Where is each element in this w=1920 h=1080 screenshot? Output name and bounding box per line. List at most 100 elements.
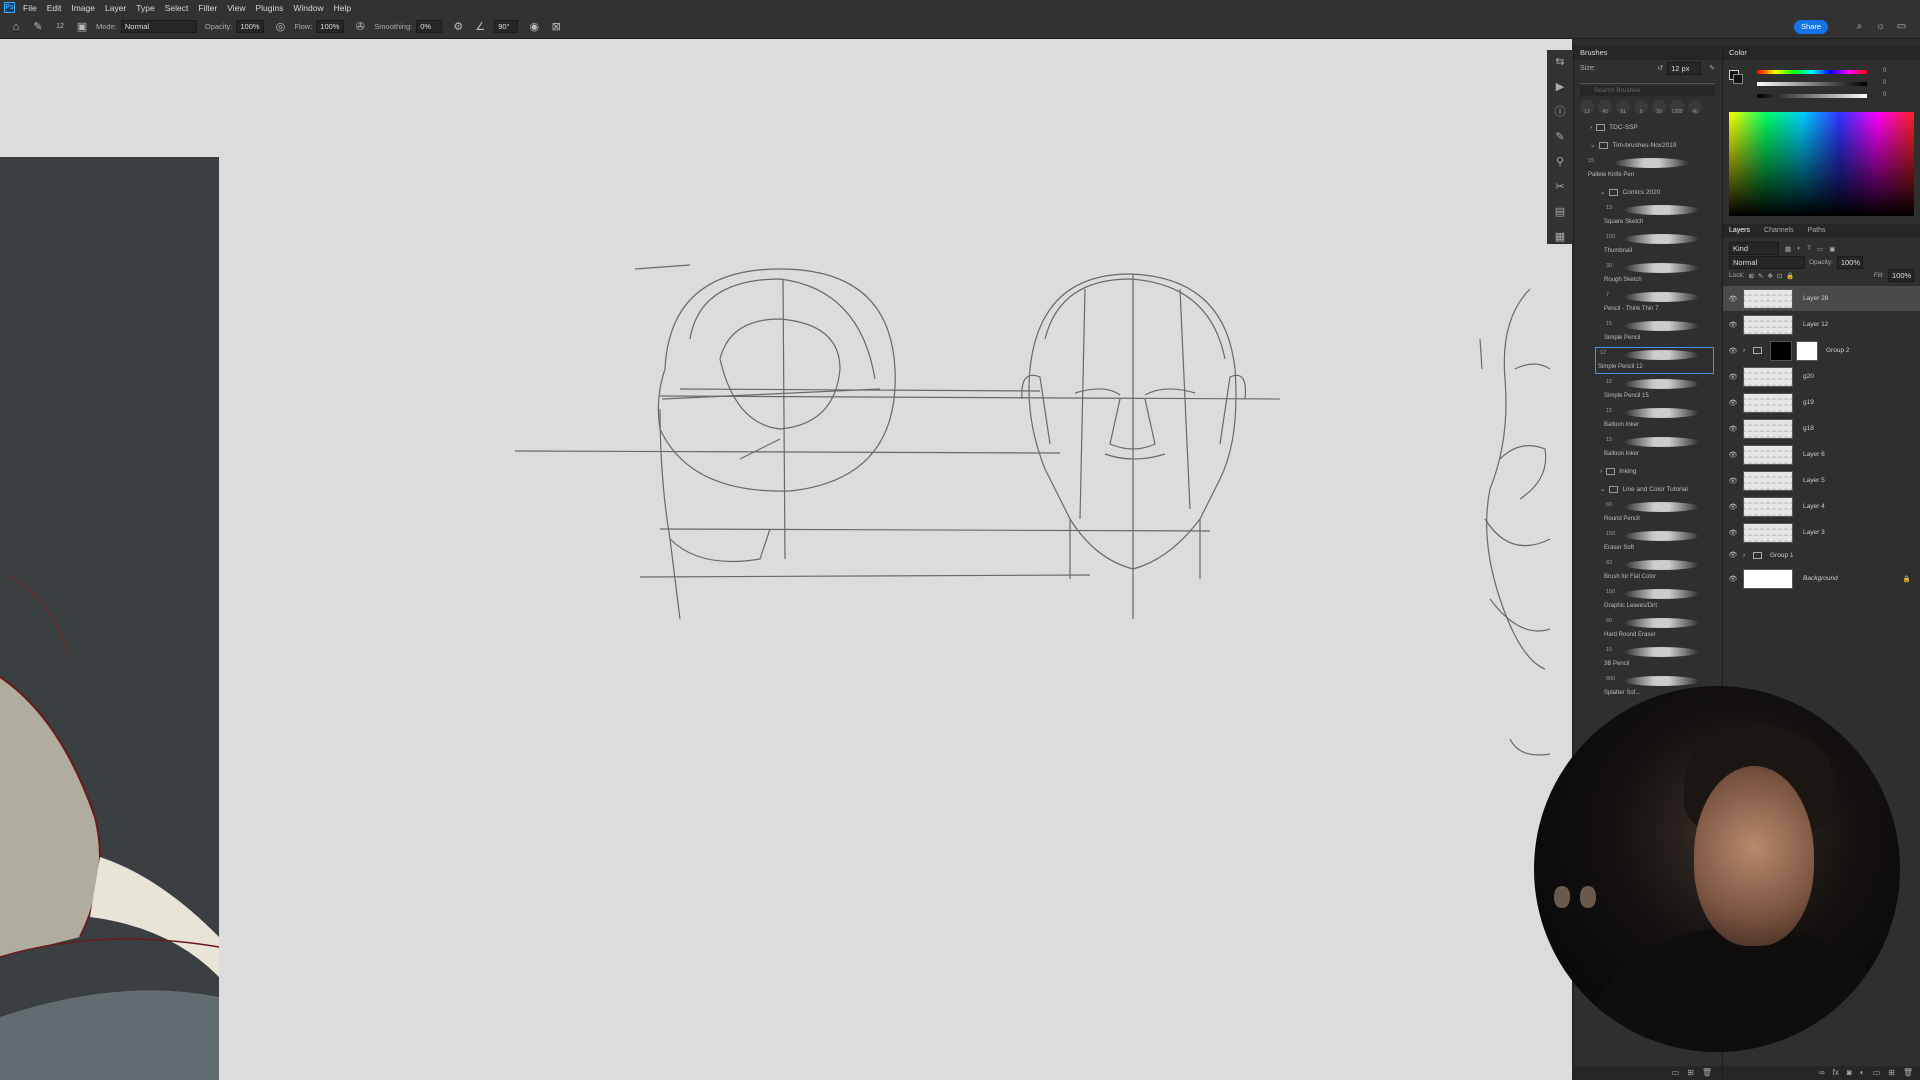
new-brush-icon[interactable]: ✎ <box>1709 64 1715 72</box>
visibility-eye-icon[interactable]: 👁 <box>1723 529 1743 537</box>
opacity-field[interactable]: 100% <box>236 20 265 33</box>
color-spectrum-field[interactable] <box>1729 112 1914 216</box>
new-group-icon[interactable]: ▭ <box>1873 1066 1881 1080</box>
brush-folder-line-color[interactable]: ⌄ Line and Color Tutorial <box>1574 480 1721 498</box>
recent-brush-1[interactable]: 12 <box>1580 100 1594 115</box>
brush-folder-tim[interactable]: ⌄ Tim-brushes-Nov2019 <box>1574 136 1721 154</box>
layer-group-row[interactable]: 👁 › Group 1 <box>1723 546 1920 564</box>
tab-paths[interactable]: Paths <box>1808 224 1826 238</box>
menu-image[interactable]: Image <box>71 3 95 13</box>
lock-all-icon[interactable]: 🔒 <box>1786 272 1794 280</box>
brush-size-field[interactable]: 12 px <box>1667 61 1702 75</box>
background-color-swatch[interactable] <box>1733 74 1743 84</box>
adjustment-layer-icon[interactable]: ◐ <box>1860 1066 1865 1080</box>
brush-item[interactable]: 150 Graphic Leaves/Dirt <box>1574 585 1721 614</box>
visibility-eye-icon[interactable]: 👁 <box>1723 347 1743 355</box>
brush-item[interactable]: 13 Square Sketch <box>1574 201 1721 230</box>
recent-brush-6[interactable]: 1700 <box>1670 100 1684 115</box>
recent-brush-5[interactable]: 20 <box>1652 100 1666 115</box>
brush-item[interactable]: 15 Balloon Inker <box>1574 433 1721 462</box>
discover-icon[interactable]: ☼ <box>1874 20 1887 33</box>
brush-item[interactable]: 15 Balloon Inker <box>1574 404 1721 433</box>
visibility-eye-icon[interactable]: 👁 <box>1723 451 1743 459</box>
recent-brush-2[interactable]: 40 <box>1598 100 1612 115</box>
brush-size-preset[interactable]: 12 <box>52 19 68 35</box>
pressure-opacity-icon[interactable]: ◎ <box>272 19 288 35</box>
workspace-icon[interactable]: ▭ <box>1895 20 1908 33</box>
recent-brush-3[interactable]: 91 <box>1616 100 1630 115</box>
new-group-icon[interactable]: ▭ <box>1672 1066 1680 1080</box>
smoothing-field[interactable]: 0% <box>416 20 443 33</box>
layer-row[interactable]: 👁 Layer 5 <box>1723 468 1920 493</box>
add-mask-icon[interactable]: ◙ <box>1847 1066 1852 1080</box>
layer-row[interactable]: 👁 Layer 4 <box>1723 494 1920 519</box>
libraries-icon[interactable]: ▦ <box>1547 225 1573 250</box>
photoshop-logo-icon[interactable]: Ps <box>4 2 15 13</box>
layer-row[interactable]: 👁 g20 <box>1723 364 1920 389</box>
brush-size-slider[interactable] <box>1580 76 1715 84</box>
menu-help[interactable]: Help <box>334 3 351 13</box>
brush-folder-tdc[interactable]: › TDC-SSP <box>1574 118 1721 136</box>
lock-pixels-icon[interactable]: ✎ <box>1758 272 1763 280</box>
paths-icon[interactable]: ▤ <box>1547 200 1573 225</box>
tool-presets-icon[interactable]: ✂ <box>1547 175 1573 200</box>
color-tab[interactable]: Color <box>1723 46 1920 60</box>
brush-folder-comics[interactable]: ⌄ Comics 2020 <box>1574 183 1721 201</box>
layer-row[interactable]: 👁 g19 <box>1723 390 1920 415</box>
layer-row[interactable]: 👁 g18 <box>1723 416 1920 441</box>
visibility-eye-icon[interactable]: 👁 <box>1723 295 1743 303</box>
brush-item[interactable]: 15 Simple Pencil 15 <box>1574 375 1721 404</box>
menu-view[interactable]: View <box>227 3 245 13</box>
visibility-eye-icon[interactable]: 👁 <box>1723 575 1743 583</box>
mode-select[interactable]: Normal <box>120 20 197 33</box>
search-icon[interactable]: ⌕ <box>1853 20 1866 33</box>
reset-size-icon[interactable]: ↺ <box>1657 64 1663 72</box>
flow-field[interactable]: 100% <box>316 20 345 33</box>
brush-item[interactable]: 150 Eraser Soft <box>1574 527 1721 556</box>
menu-layer[interactable]: Layer <box>105 3 126 13</box>
layer-row[interactable]: 👁 Layer 12 <box>1723 312 1920 337</box>
visibility-eye-icon[interactable]: 👁 <box>1723 321 1743 329</box>
delete-layer-icon[interactable]: 🗑 <box>1903 1066 1913 1080</box>
lock-artboard-icon[interactable]: ⊡ <box>1777 272 1782 280</box>
document-canvas[interactable] <box>0 39 1572 1080</box>
brush-search-input[interactable]: Search Brushes <box>1580 86 1715 96</box>
visibility-eye-icon[interactable]: 👁 <box>1723 373 1743 381</box>
brush-item[interactable]: 15 Pallete Knife Pen <box>1574 154 1721 183</box>
menu-file[interactable]: File <box>23 3 37 13</box>
brush-settings-panel-icon[interactable]: ✎ <box>1547 125 1573 150</box>
info-icon[interactable]: ⓘ <box>1547 100 1573 125</box>
brush-folder-inking[interactable]: › Inking <box>1574 462 1721 480</box>
filter-pixel-icon[interactable]: ▦ <box>1785 245 1791 253</box>
color-swatches[interactable] <box>1729 70 1743 84</box>
lock-position-icon[interactable]: ✥ <box>1767 272 1772 280</box>
layer-opacity-field[interactable]: 100% <box>1836 255 1863 269</box>
airbrush-icon[interactable]: ✇ <box>352 19 368 35</box>
pressure-size-icon[interactable]: ◉ <box>526 19 542 35</box>
menu-type[interactable]: Type <box>136 3 154 13</box>
brightness-slider[interactable] <box>1757 94 1867 98</box>
blend-mode-select[interactable]: Normal <box>1729 255 1805 269</box>
filter-adjust-icon[interactable]: ◐ <box>1797 245 1801 252</box>
visibility-eye-icon[interactable]: 👁 <box>1723 399 1743 407</box>
visibility-eye-icon[interactable]: 👁 <box>1723 503 1743 511</box>
layer-row[interactable]: 👁 Layer 3 <box>1723 520 1920 545</box>
brush-item-selected[interactable]: 12 Simple Pencil 12 <box>1594 346 1715 375</box>
actions-icon[interactable]: ▶ <box>1547 75 1573 100</box>
hue-slider[interactable] <box>1757 70 1867 74</box>
tab-layers[interactable]: Layers <box>1729 224 1750 238</box>
brush-settings-icon[interactable]: ▣ <box>74 19 90 35</box>
filter-shape-icon[interactable]: ▭ <box>1817 245 1823 253</box>
brush-item[interactable]: 15 3B Pencil <box>1574 643 1721 672</box>
visibility-eye-icon[interactable]: 👁 <box>1723 551 1743 559</box>
recent-brush-4[interactable]: 9 <box>1634 100 1648 115</box>
layer-fill-field[interactable]: 100% <box>1888 269 1914 282</box>
chevron-right-icon[interactable]: › <box>1743 552 1753 559</box>
layer-row[interactable]: 👁 Layer 6 <box>1723 442 1920 467</box>
angle-icon[interactable]: ∠ <box>472 19 488 35</box>
visibility-eye-icon[interactable]: 👁 <box>1723 477 1743 485</box>
brush-item[interactable]: 100 Thumbnail <box>1574 230 1721 259</box>
menu-filter[interactable]: Filter <box>198 3 217 13</box>
new-brush-footer-icon[interactable]: ⊞ <box>1687 1066 1694 1080</box>
brushes-tab[interactable]: Brushes <box>1574 46 1721 60</box>
